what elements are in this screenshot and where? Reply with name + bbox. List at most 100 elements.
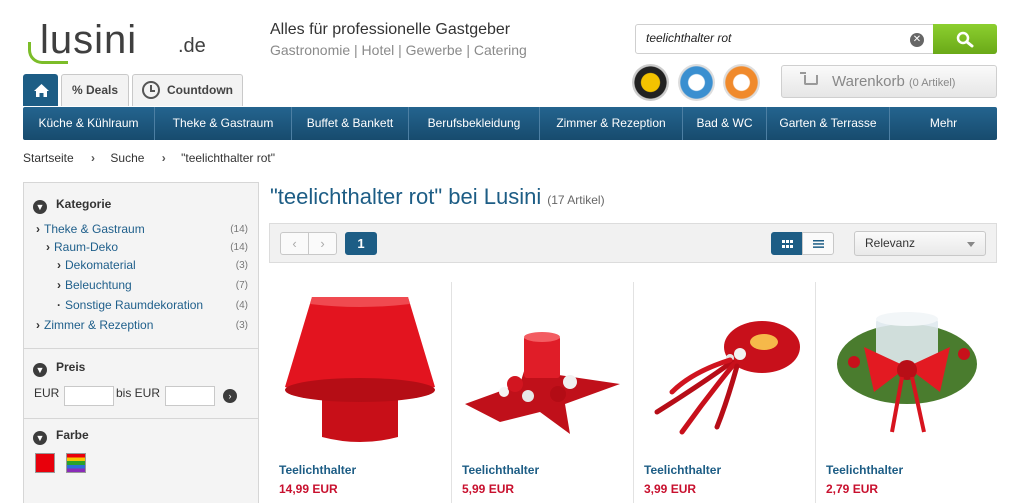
chevron-down-icon: ▼ bbox=[33, 431, 47, 445]
cart-button[interactable]: Warenkorb (0 Artikel) bbox=[781, 65, 997, 98]
category-count: (3) bbox=[235, 320, 248, 331]
results-toolbar: ‹ › 1 Relevanz bbox=[269, 223, 997, 263]
main-nav: Küche & Kühlraum Theke & Gastraum Buffet… bbox=[23, 107, 997, 140]
sort-value: Relevanz bbox=[865, 236, 916, 250]
result-count: (17 Artikel) bbox=[547, 193, 605, 207]
nav-item-zimmer[interactable]: Zimmer & Rezeption bbox=[540, 107, 683, 140]
category-count: (4) bbox=[235, 300, 248, 311]
color-swatch-multicolor[interactable] bbox=[66, 453, 86, 473]
tagline: Alles für professionelle Gastgeber Gastr… bbox=[270, 21, 527, 58]
nav-item-theke[interactable]: Theke & Gastraum bbox=[155, 107, 292, 140]
color-swatch-red[interactable] bbox=[35, 453, 55, 473]
sort-select[interactable]: Relevanz bbox=[854, 231, 986, 256]
list-icon bbox=[813, 240, 824, 248]
product-name[interactable]: Teelichthalter bbox=[826, 463, 903, 477]
page-title: "teelichthalter rot" bei Lusini (17 Artik… bbox=[270, 184, 605, 210]
category-item[interactable]: › Dekomaterial bbox=[57, 258, 136, 272]
home-icon bbox=[34, 84, 49, 97]
category-heading[interactable]: ▼ Kategorie bbox=[33, 197, 111, 214]
product-image[interactable] bbox=[277, 292, 443, 452]
chevron-right-icon[interactable]: › bbox=[223, 389, 237, 403]
award-seal-icon[interactable] bbox=[723, 64, 760, 101]
logo-text: lusini bbox=[40, 18, 138, 62]
product-card[interactable]: Teelichthalter 14,99 EUR bbox=[269, 282, 451, 503]
breadcrumb-current: "teelichthalter rot" bbox=[181, 151, 276, 165]
tab-countdown[interactable]: Countdown bbox=[132, 74, 243, 106]
price-to-label: bis EUR bbox=[116, 386, 161, 400]
category-item[interactable]: · Sonstige Raumdekoration bbox=[57, 298, 203, 312]
price-from-input[interactable] bbox=[64, 386, 114, 406]
category-count: (3) bbox=[235, 260, 248, 271]
breadcrumb-home[interactable]: Startseite bbox=[23, 151, 74, 165]
next-page-button[interactable]: › bbox=[308, 232, 337, 255]
chevron-right-icon: › bbox=[91, 151, 96, 165]
product-image[interactable] bbox=[824, 292, 990, 452]
list-view-button[interactable] bbox=[802, 232, 834, 255]
product-image[interactable] bbox=[642, 292, 808, 452]
category-item[interactable]: › Beleuchtung bbox=[57, 278, 132, 292]
search-button[interactable] bbox=[933, 24, 997, 54]
chevron-right-icon: › bbox=[320, 236, 325, 251]
category-label: Beleuchtung bbox=[65, 278, 132, 292]
product-price: 2,79 EUR bbox=[826, 482, 879, 496]
nav-item-bad[interactable]: Bad & WC bbox=[683, 107, 767, 140]
product-price: 3,99 EUR bbox=[644, 482, 697, 496]
divider bbox=[24, 418, 258, 419]
breadcrumb-search[interactable]: Suche bbox=[110, 151, 144, 165]
trusted-shops-seal-icon[interactable] bbox=[632, 64, 669, 101]
product-image[interactable] bbox=[460, 292, 626, 452]
page-title-text: "teelichthalter rot" bei Lusini bbox=[270, 184, 542, 209]
chevron-down-icon: ▼ bbox=[33, 363, 47, 377]
chevron-down-icon: ▼ bbox=[33, 200, 47, 214]
filter-sidebar: ▼ Kategorie › Theke & Gastraum (14) › Raum-… bbox=[23, 182, 259, 503]
product-card[interactable]: Teelichthalter 5,99 EUR bbox=[451, 282, 633, 503]
clock-icon bbox=[142, 81, 160, 99]
chevron-right-icon: › bbox=[57, 258, 61, 272]
price-from-label: EUR bbox=[34, 386, 60, 400]
price-to-input[interactable] bbox=[165, 386, 215, 406]
tab-home[interactable] bbox=[23, 74, 58, 106]
category-count: (7) bbox=[235, 280, 248, 291]
grid-view-button[interactable] bbox=[771, 232, 803, 255]
prev-page-button[interactable]: ‹ bbox=[280, 232, 309, 255]
product-name[interactable]: Teelichthalter bbox=[462, 463, 539, 477]
product-name[interactable]: Teelichthalter bbox=[279, 463, 356, 477]
category-count: (14) bbox=[230, 224, 248, 235]
chevron-right-icon: › bbox=[46, 240, 50, 254]
category-label: Zimmer & Rezeption bbox=[44, 318, 154, 332]
tagline-title: Alles für professionelle Gastgeber bbox=[270, 21, 511, 38]
category-item[interactable]: › Zimmer & Rezeption bbox=[36, 318, 153, 332]
tab-deals[interactable]: % Deals bbox=[61, 74, 129, 106]
page-number-button[interactable]: 1 bbox=[345, 232, 377, 255]
chevron-right-icon: › bbox=[36, 222, 40, 236]
search-box: ✕ bbox=[635, 24, 997, 54]
price-heading-label: Preis bbox=[56, 360, 86, 374]
nav-item-garten[interactable]: Garten & Terrasse bbox=[767, 107, 890, 140]
product-price: 5,99 EUR bbox=[462, 482, 515, 496]
category-label: Dekomaterial bbox=[65, 258, 136, 272]
category-item[interactable]: › Raum-Deko bbox=[46, 240, 118, 254]
nav-item-buffet[interactable]: Buffet & Bankett bbox=[292, 107, 409, 140]
cart-label: Warenkorb bbox=[832, 73, 905, 90]
product-card[interactable]: Teelichthalter 2,79 EUR bbox=[815, 282, 997, 503]
nav-item-mehr[interactable]: Mehr bbox=[890, 107, 997, 140]
category-label: Raum-Deko bbox=[54, 240, 119, 254]
tagline-subtitle: Gastronomie | Hotel | Gewerbe | Catering bbox=[270, 42, 527, 58]
category-item[interactable]: › Theke & Gastraum bbox=[36, 222, 145, 236]
category-count: (14) bbox=[230, 242, 248, 253]
color-heading-label: Farbe bbox=[56, 428, 89, 442]
nav-item-berufsbekleidung[interactable]: Berufsbekleidung bbox=[409, 107, 540, 140]
cart-count: (0 Artikel) bbox=[908, 77, 956, 89]
product-name[interactable]: Teelichthalter bbox=[644, 463, 721, 477]
cart-icon bbox=[800, 72, 818, 85]
quality-seal-icon[interactable] bbox=[678, 64, 715, 101]
logo[interactable]: lusini .de bbox=[28, 18, 218, 66]
close-icon[interactable]: ✕ bbox=[910, 33, 924, 47]
search-input[interactable] bbox=[646, 31, 906, 45]
color-heading[interactable]: ▼ Farbe bbox=[33, 428, 89, 445]
nav-item-kueche[interactable]: Küche & Kühlraum bbox=[23, 107, 155, 140]
price-heading[interactable]: ▼ Preis bbox=[33, 360, 85, 377]
search-icon bbox=[956, 31, 974, 48]
product-card[interactable]: Teelichthalter 3,99 EUR bbox=[633, 282, 815, 503]
divider bbox=[24, 348, 258, 349]
